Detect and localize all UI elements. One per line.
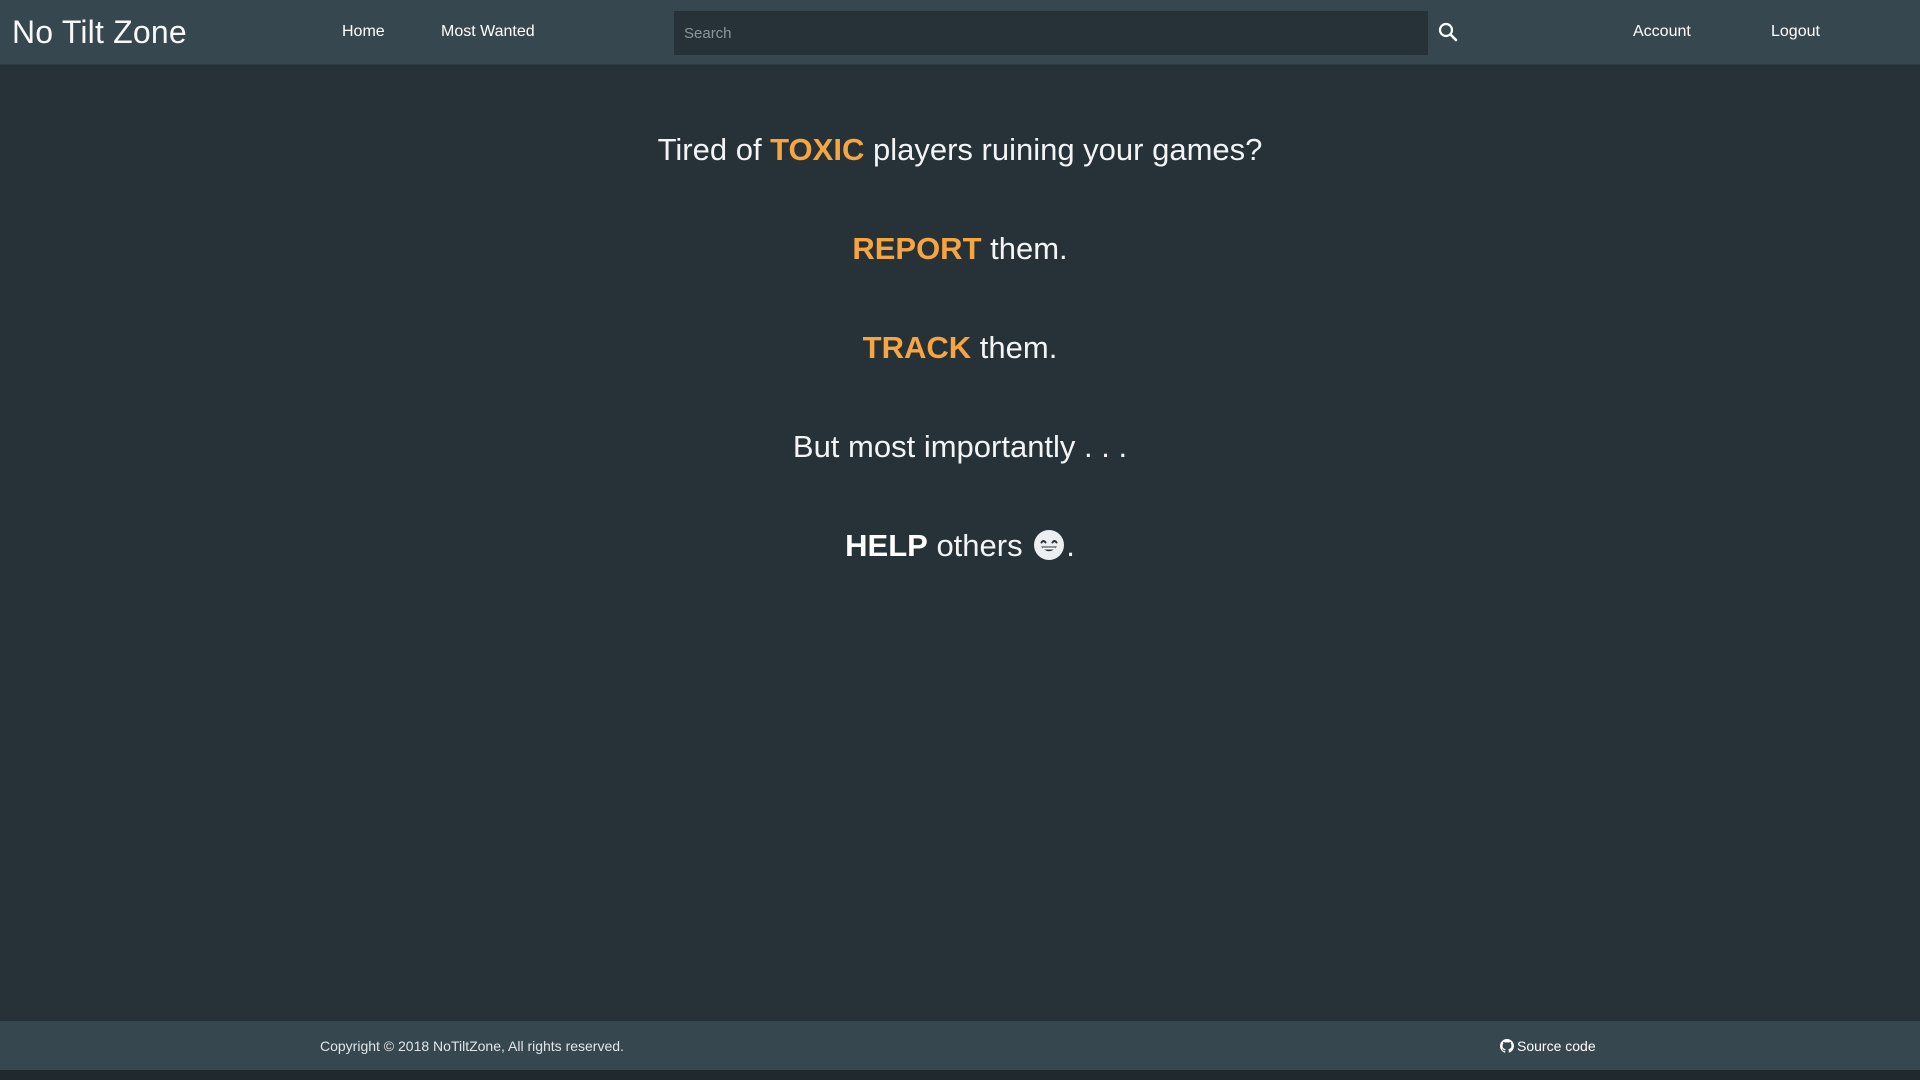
hero-text: them. [981,231,1068,266]
nav-logout-link[interactable]: Logout [1771,22,1820,42]
github-icon [1500,1039,1514,1053]
nav-account-link[interactable]: Account [1633,22,1691,42]
brand-logo-link[interactable]: No Tilt Zone [12,14,187,50]
highlight-report: REPORT [852,231,982,266]
highlight-toxic: TOXIC [770,132,865,167]
hero-section: Tired of TOXIC players ruining your game… [0,130,1920,625]
top-navbar: No Tilt Zone Home Most Wanted Account Lo… [0,0,1920,65]
bottom-edge-strip [0,1070,1920,1080]
hero-text: Tired of [657,132,771,167]
hero-line-report: REPORT them. [0,229,1920,269]
hero-text: But most importantly . . . [792,429,1128,464]
search-input[interactable] [674,11,1428,55]
hero-line-importantly: But most importantly . . . [0,427,1920,467]
highlight-track: TRACK [862,330,972,365]
grinning-face-icon [1033,529,1065,561]
footer: Copyright © 2018 NoTiltZone, All rights … [0,1021,1920,1070]
highlight-help: HELP [845,528,928,563]
source-code-link[interactable]: Source code [1500,1037,1596,1055]
hero-text: them. [971,330,1058,365]
nav-most-wanted-link[interactable]: Most Wanted [441,22,535,42]
hero-line-track: TRACK them. [0,328,1920,368]
source-code-label: Source code [1517,1038,1596,1054]
hero-line-toxic: Tired of TOXIC players ruining your game… [0,130,1920,170]
nav-home-link[interactable]: Home [342,22,385,42]
hero-text: others [927,528,1032,563]
hero-line-help: HELP others . [0,526,1920,566]
search-icon[interactable] [1436,20,1460,44]
copyright-text: Copyright © 2018 NoTiltZone, All rights … [320,1038,624,1054]
hero-text: . [1066,528,1075,563]
hero-text: players ruining your games? [864,132,1263,167]
